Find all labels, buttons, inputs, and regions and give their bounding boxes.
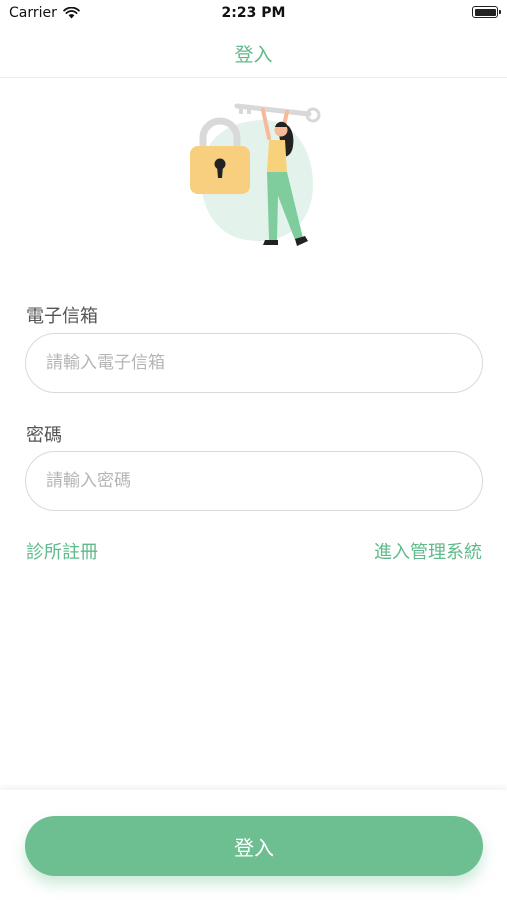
status-time: 2:23 PM bbox=[221, 5, 286, 21]
navigation-bar: 登入 bbox=[0, 28, 507, 78]
page-title: 登入 bbox=[234, 44, 273, 66]
key-icon bbox=[234, 103, 321, 123]
login-illustration bbox=[190, 103, 321, 246]
login-button[interactable]: 登入 bbox=[25, 816, 483, 876]
password-label: 密碼 bbox=[26, 425, 62, 446]
login-screen: Carrier 2:23 PM 登入 電子信箱 請輸入電子信箱 密碼 診所註冊 … bbox=[0, 0, 507, 900]
email-label: 電子信箱 bbox=[26, 306, 98, 327]
status-bar: Carrier 2:23 PM bbox=[0, 0, 507, 28]
battery-level bbox=[474, 8, 496, 16]
password-field[interactable] bbox=[25, 451, 483, 511]
bottom-bar: 登入 bbox=[0, 790, 507, 900]
battery-icon bbox=[472, 6, 501, 18]
email-field[interactable] bbox=[25, 333, 483, 393]
admin-system-link[interactable]: 進入管理系統 bbox=[374, 538, 482, 564]
clinic-register-link[interactable]: 診所註冊 bbox=[26, 538, 98, 564]
